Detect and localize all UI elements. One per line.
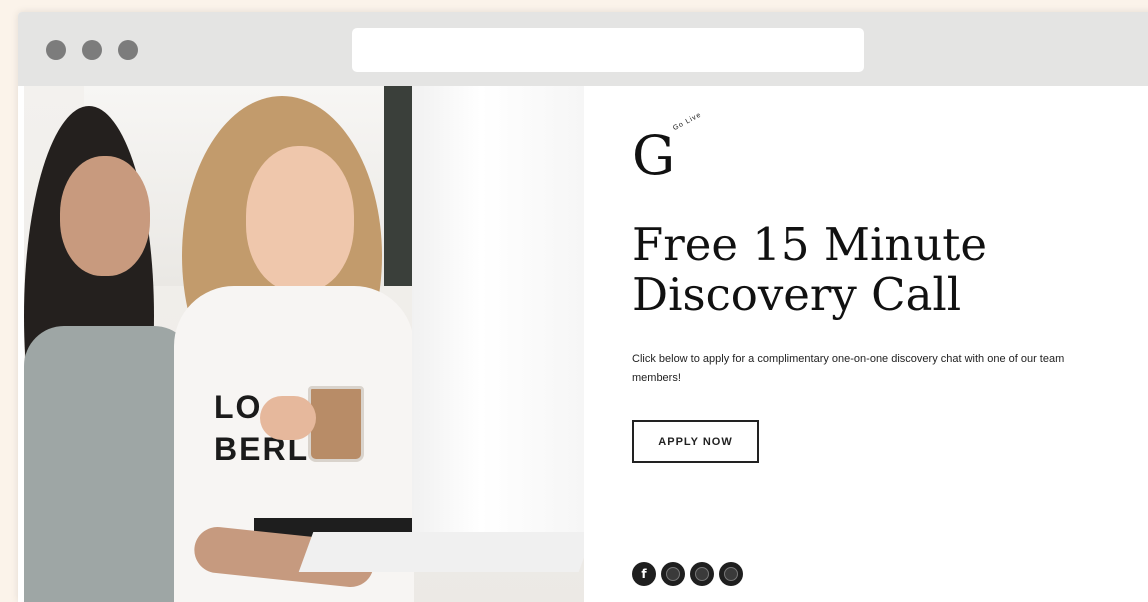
computer-monitor — [412, 86, 584, 542]
page-content: LO BERLIN G Go Live Free 15 Minute Disco… — [18, 86, 1148, 602]
instagram-icon[interactable] — [661, 562, 685, 586]
minimize-window-dot[interactable] — [82, 40, 102, 60]
hero-description: Click below to apply for a complimentary… — [632, 353, 1065, 384]
youtube-icon[interactable] — [719, 562, 743, 586]
browser-window: LO BERLIN G Go Live Free 15 Minute Disco… — [18, 12, 1148, 602]
keyboard — [298, 532, 584, 572]
maximize-window-dot[interactable] — [118, 40, 138, 60]
apply-now-button[interactable]: APPLY NOW — [632, 420, 759, 463]
hand-holding-mug — [260, 396, 316, 440]
pinterest-icon[interactable] — [690, 562, 714, 586]
hero-photo: LO BERLIN — [24, 86, 584, 602]
address-bar[interactable] — [352, 28, 864, 72]
logo-letter: G — [632, 124, 676, 187]
close-window-dot[interactable] — [46, 40, 66, 60]
woman-left-face — [60, 156, 150, 276]
denim-jacket — [24, 326, 194, 602]
logo-tagline: Go Live — [672, 111, 703, 133]
facebook-icon[interactable]: f — [632, 562, 656, 586]
page-title: Free 15 Minute Discovery Call — [632, 218, 988, 321]
browser-titlebar — [18, 12, 1148, 86]
coffee-mug — [308, 386, 364, 462]
social-links: f — [632, 562, 743, 586]
hero-text-panel: G Go Live Free 15 Minute Discovery Call … — [632, 86, 1148, 602]
brand-logo[interactable]: G Go Live — [632, 111, 712, 196]
woman-right-face — [246, 146, 354, 292]
